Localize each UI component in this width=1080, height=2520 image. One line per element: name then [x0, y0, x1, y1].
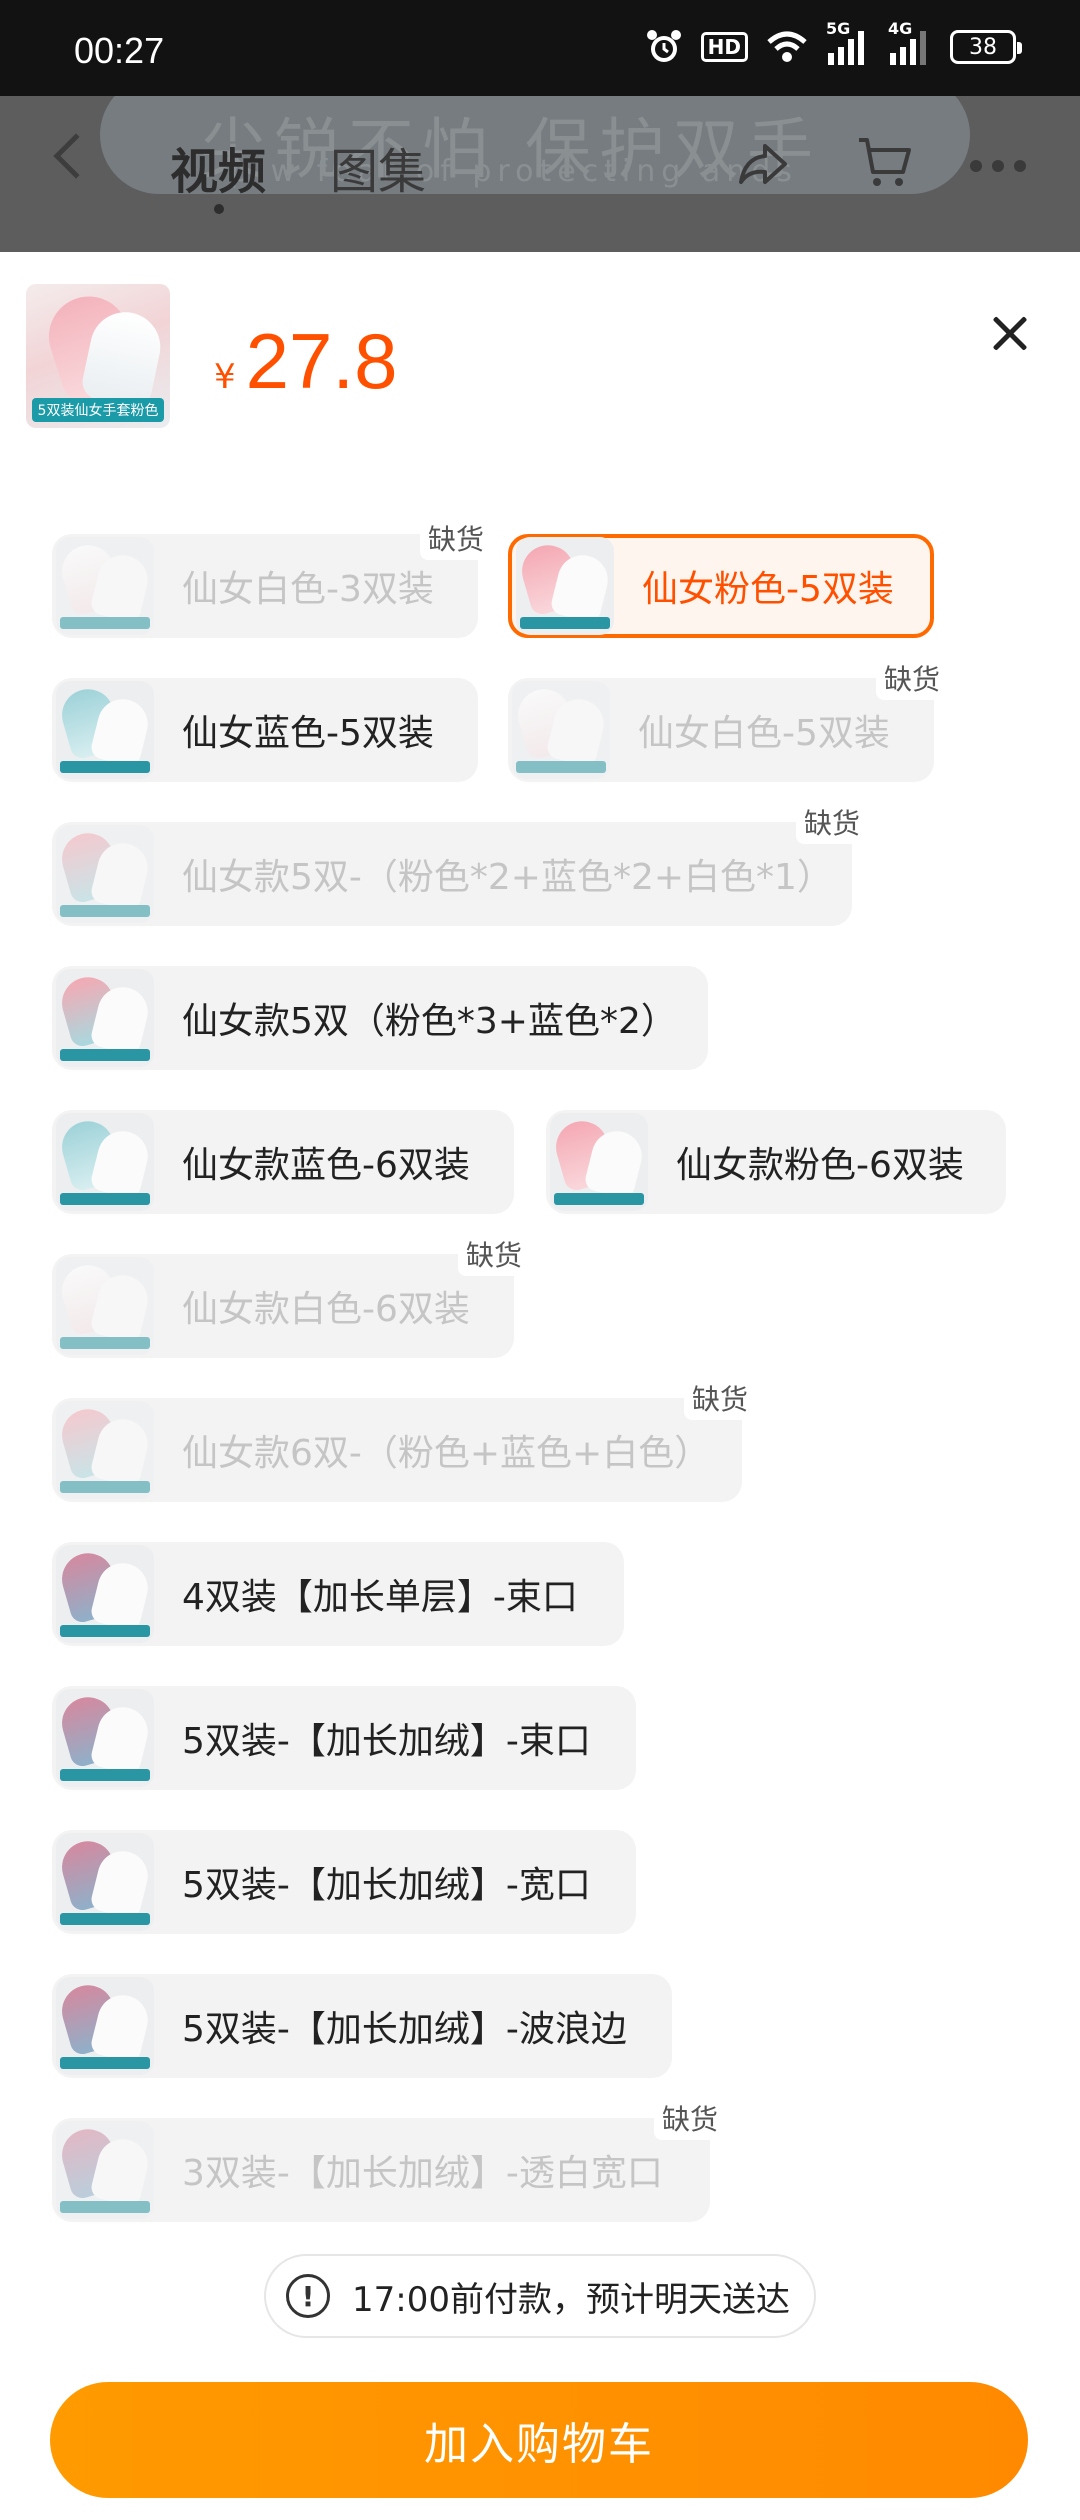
more-icon[interactable] — [970, 160, 1026, 172]
tab-video[interactable]: 视频 — [170, 132, 266, 202]
sku-selection-sheet: 5双装仙女手套粉色 ¥ 27.8 仙女白色-3双装 缺货 仙女粉色-5双装 仙女蓝色-… — [0, 252, 1080, 2520]
out-of-stock-badge: 缺货 — [876, 656, 949, 700]
sku-option[interactable]: 仙女款粉色-6双装 — [546, 1110, 1006, 1214]
sku-option[interactable]: 4双装【加长单层】-束口 — [52, 1542, 624, 1646]
out-of-stock-badge: 缺货 — [796, 800, 869, 844]
sku-option: 3双装-【加长加绒】-透白宽口 — [52, 2118, 710, 2222]
signal-5g-icon: 5G — [826, 19, 870, 65]
net-4g-label: 4G — [888, 19, 913, 38]
sku-option[interactable]: 5双装-【加长加绒】-宽口 — [52, 1830, 636, 1934]
sku-option-label: 仙女款5双-（粉色*2+蓝色*2+白色*1） — [182, 857, 833, 898]
thumb-tag-strip — [60, 617, 150, 629]
close-icon[interactable] — [980, 304, 1040, 364]
thumb-tag-strip — [60, 1769, 150, 1781]
sku-option[interactable]: 仙女粉色-5双装 — [508, 534, 934, 638]
net-5g-label: 5G — [826, 19, 851, 38]
hd-icon: HD — [700, 32, 748, 62]
thumb-tag-strip — [60, 1913, 150, 1925]
cart-icon[interactable] — [855, 132, 915, 192]
sku-option[interactable]: 仙女款5双（粉色*3+蓝色*2） — [52, 966, 708, 1070]
thumb-tag-strip — [520, 617, 610, 629]
sku-option-thumbnail — [56, 1689, 154, 1787]
sku-option-label: 仙女款蓝色-6双装 — [182, 1145, 470, 1186]
price-value: 27.8 — [245, 317, 398, 405]
battery-icon: 38 — [950, 30, 1022, 64]
thumb-tag-strip — [554, 1193, 644, 1205]
tab-album[interactable]: 图集 — [330, 132, 426, 202]
sku-option: 仙女款白色-6双装 — [52, 1254, 514, 1358]
sku-option-label: 4双装【加长单层】-束口 — [182, 1577, 578, 1618]
sku-option[interactable]: 仙女蓝色-5双装 — [52, 678, 478, 782]
sku-option-label: 仙女白色-5双装 — [638, 713, 890, 754]
exclamation-icon: ! — [286, 2274, 330, 2318]
thumb-tag-strip — [60, 905, 150, 917]
sku-option[interactable]: 仙女款蓝色-6双装 — [52, 1110, 514, 1214]
sku-option-thumbnail — [516, 537, 614, 635]
thumb-tag-strip — [60, 1193, 150, 1205]
alarm-icon — [645, 28, 683, 66]
product-thumbnail: 5双装仙女手套粉色 — [26, 284, 170, 428]
thumb-tag-strip — [60, 1049, 150, 1061]
status-bar: 00:27 HD 5G 4G 38 — [0, 0, 1080, 96]
sku-option-label: 5双装-【加长加绒】-宽口 — [182, 1865, 591, 1906]
sku-option[interactable]: 5双装-【加长加绒】-波浪边 — [52, 1974, 672, 2078]
sku-option-thumbnail — [56, 1113, 154, 1211]
sku-option-label: 5双装-【加长加绒】-束口 — [182, 1721, 591, 1762]
sku-option: 仙女白色-5双装 — [508, 678, 934, 782]
sku-option-label: 仙女款粉色-6双装 — [676, 1145, 964, 1186]
thumb-tag-strip — [60, 1481, 150, 1493]
status-icons: HD 5G 4G 38 — [645, 19, 1022, 66]
sku-option-thumbnail — [56, 1257, 154, 1355]
banner-subtext: p w fear of protecting ands — [230, 154, 798, 189]
sku-option-label: 仙女白色-3双装 — [182, 569, 434, 610]
share-icon[interactable] — [735, 136, 791, 192]
thumb-tag-strip — [60, 1337, 150, 1349]
delivery-text: 17:00前付款，预计明天送达 — [352, 2279, 790, 2320]
sku-option: 仙女款5双-（粉色*2+蓝色*2+白色*1） — [52, 822, 852, 926]
out-of-stock-badge: 缺货 — [420, 516, 493, 560]
status-time: 00:27 — [74, 30, 165, 71]
out-of-stock-badge: 缺货 — [684, 1376, 757, 1420]
product-thumb-tag: 5双装仙女手套粉色 — [32, 398, 164, 422]
tab-active-indicator — [214, 204, 224, 214]
sku-option-label: 仙女款5双（粉色*3+蓝色*2） — [182, 1001, 677, 1042]
page-header: 尖锐不怕 保护双手 p w fear of protecting ands 视频… — [0, 96, 1080, 252]
thumb-tag-strip — [60, 761, 150, 773]
sku-option-thumbnail — [56, 969, 154, 1067]
sku-option-label: 5双装-【加长加绒】-波浪边 — [182, 2009, 627, 2050]
sku-option-thumbnail — [56, 1977, 154, 2075]
signal-4g-icon: 4G — [888, 19, 932, 65]
price: ¥ 27.8 — [214, 316, 397, 407]
out-of-stock-badge: 缺货 — [654, 2096, 727, 2140]
sku-option-thumbnail — [56, 1833, 154, 1931]
wifi-icon — [766, 30, 808, 64]
sku-option-label: 3双装-【加长加绒】-透白宽口 — [182, 2153, 663, 2194]
sku-option-thumbnail — [56, 825, 154, 923]
thumb-tag-strip — [60, 2057, 150, 2069]
thumb-tag-strip — [60, 1625, 150, 1637]
sku-option-label: 仙女蓝色-5双装 — [182, 713, 434, 754]
sku-option-thumbnail — [56, 1401, 154, 1499]
sku-option-thumbnail — [56, 2121, 154, 2219]
sku-option[interactable]: 5双装-【加长加绒】-束口 — [52, 1686, 636, 1790]
thumb-tag-strip — [516, 761, 606, 773]
delivery-notice: ! 17:00前付款，预计明天送达 — [264, 2254, 816, 2338]
sku-option-thumbnail — [550, 1113, 648, 1211]
sku-option-label: 仙女粉色-5双装 — [642, 569, 894, 610]
sku-option-thumbnail — [512, 681, 610, 779]
sku-option-thumbnail — [56, 1545, 154, 1643]
sku-option-label: 仙女款白色-6双装 — [182, 1289, 470, 1330]
sku-option-thumbnail — [56, 681, 154, 779]
out-of-stock-badge: 缺货 — [458, 1232, 531, 1276]
sku-option-thumbnail — [56, 537, 154, 635]
currency-symbol: ¥ — [214, 357, 236, 397]
battery-level: 38 — [969, 34, 997, 60]
add-to-cart-button[interactable]: 加入购物车 — [50, 2382, 1028, 2498]
thumb-tag-strip — [60, 2201, 150, 2213]
sku-option-label: 仙女款6双-（粉色+蓝色+白色） — [182, 1433, 711, 1474]
sku-option: 仙女款6双-（粉色+蓝色+白色） — [52, 1398, 742, 1502]
sku-option: 仙女白色-3双装 — [52, 534, 478, 638]
back-arrow-icon[interactable] — [53, 133, 99, 179]
